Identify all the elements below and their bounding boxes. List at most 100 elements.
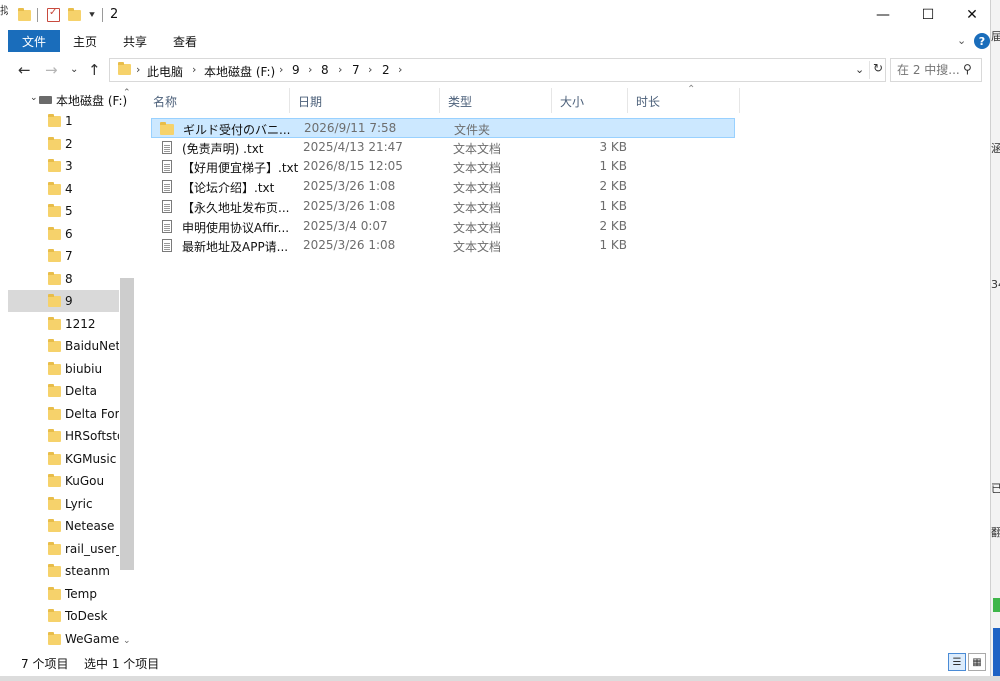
file-row[interactable]: 【好用便宜梯子】.txt 2026/8/15 12:05 文本文档 1 KB (151, 157, 735, 177)
forward-arrow-icon[interactable]: → (45, 61, 58, 79)
file-name: ギルド受付のバニ... (183, 123, 291, 137)
scroll-down-icon[interactable]: ⌄ (123, 636, 131, 646)
help-icon[interactable]: ? (974, 33, 990, 49)
column-header-name[interactable]: 名称 (145, 88, 290, 113)
sidebar-item-folder[interactable]: Netease (8, 515, 119, 537)
breadcrumb-separator-icon[interactable]: › (338, 63, 342, 76)
explorer-window: ⯆ 2 — ☐ ✕ 文件 主页 共享 查看 ⌄ ? ← → ⌄ ↑ › 此电脑 … (8, 0, 991, 676)
file-row[interactable]: ギルド受付のバニ... 2026/9/11 7:58 文件夹 (151, 118, 735, 138)
sidebar-item-folder[interactable]: Delta (8, 380, 119, 402)
sidebar-item-folder[interactable]: KuGou (8, 470, 119, 492)
large-icons-view-icon[interactable]: ▦ (968, 653, 986, 671)
sidebar-item-folder[interactable]: steanm (8, 560, 119, 582)
file-type: 文本文档 (453, 240, 502, 255)
sidebar-item-folder[interactable]: 3 (8, 155, 119, 177)
sidebar-item-folder[interactable]: 5 (8, 200, 119, 222)
breadcrumb-separator-icon[interactable]: › (368, 63, 372, 76)
column-header-duration[interactable]: 时长 (628, 88, 740, 113)
folder-icon (48, 316, 61, 330)
file-size: 2 KB (599, 218, 627, 233)
properties-icon[interactable] (47, 7, 60, 23)
sidebar-item-folder[interactable]: ToDesk (8, 605, 119, 627)
sidebar-item-label: 4 (65, 181, 73, 196)
file-type: 文本文档 (453, 200, 502, 215)
close-button[interactable]: ✕ (949, 0, 995, 30)
folder-icon (48, 114, 61, 127)
selected-count: 选中 1 个项目 (84, 657, 160, 671)
sidebar-item-folder[interactable]: WeGameApps (8, 628, 119, 650)
scroll-thumb[interactable] (120, 278, 134, 570)
folder-icon (48, 451, 61, 465)
file-row[interactable]: 【论坛介绍】.txt 2025/3/26 1:08 文本文档 2 KB (151, 177, 735, 197)
tab-share[interactable]: 共享 (123, 33, 147, 50)
recent-locations-chevron-icon[interactable]: ⌄ (70, 64, 78, 75)
desktop-right-glyph: 涵 (991, 142, 1000, 155)
address-row: ← → ⌄ ↑ › 此电脑 › 本地磁盘 (F:) › 9 › 8 › 7 › … (8, 56, 991, 84)
address-dropdown-icon[interactable]: ⌄ (855, 63, 864, 76)
tab-view[interactable]: 查看 (173, 33, 197, 50)
up-arrow-icon[interactable]: ↑ (88, 61, 101, 79)
sidebar-item-folder[interactable]: Delta Force (8, 403, 119, 425)
search-box[interactable]: ⚲ (890, 58, 982, 82)
back-arrow-icon[interactable]: ← (18, 61, 31, 79)
minimize-button[interactable]: — (860, 0, 906, 30)
maximize-button[interactable]: ☐ (905, 0, 951, 30)
sidebar-item-folder[interactable]: BaiduNetdisk (8, 335, 119, 357)
sidebar-item-label: steanm (65, 564, 110, 578)
file-list: 名称 日期 类型 大小 时长 ⌃ ギルド受付のバニ... 2026/9/11 7:… (145, 84, 991, 651)
breadcrumb-separator-icon[interactable]: › (279, 63, 283, 76)
address-bar[interactable]: › 此电脑 › 本地磁盘 (F:) › 9 › 8 › 7 › 2 › ⌄ ↻ (109, 58, 886, 82)
new-folder-icon[interactable] (68, 7, 81, 23)
column-date-label: 日期 (298, 95, 323, 109)
breadcrumb-this-pc[interactable]: 此电脑 (147, 63, 183, 80)
sidebar-item-folder[interactable]: biubiu (8, 358, 119, 380)
tab-home[interactable]: 主页 (73, 33, 97, 50)
nav-item-drive[interactable]: ⌄ 本地磁盘 (F:) (8, 88, 127, 110)
file-row[interactable]: (免责声明) .txt 2025/4/13 21:47 文本文档 3 KB (151, 138, 735, 158)
sidebar-item-folder[interactable]: 8 (8, 268, 119, 290)
breadcrumb-drive[interactable]: 本地磁盘 (F:) (204, 63, 275, 80)
file-row[interactable]: 申明使用协议Affir... 2025/3/4 0:07 文本文档 2 KB (151, 217, 735, 237)
file-row[interactable]: 【永久地址发布页... 2025/3/26 1:08 文本文档 1 KB (151, 197, 735, 217)
sidebar-item-folder[interactable]: Temp (8, 583, 119, 605)
file-size: 2 KB (599, 179, 627, 194)
sidebar-item-label: 6 (65, 226, 73, 241)
sidebar-item-folder[interactable]: HRSoftstore (8, 425, 119, 447)
sidebar-item-folder[interactable]: 2 (8, 133, 119, 155)
details-view-icon[interactable]: ☰ (948, 653, 966, 671)
file-date: 2025/3/4 0:07 (303, 218, 388, 233)
sidebar-item-folder[interactable]: 4 (8, 178, 119, 200)
sidebar-item-folder[interactable]: 6 (8, 223, 119, 245)
sidebar-item-folder[interactable]: 9 (8, 290, 119, 312)
sidebar-item-folder[interactable]: KGMusic (8, 448, 119, 470)
sidebar-item-folder[interactable]: Lyric (8, 493, 119, 515)
sidebar-item-folder[interactable]: 1212 (8, 313, 119, 335)
column-header-date[interactable]: 日期 (290, 88, 440, 113)
column-header-type[interactable]: 类型 (440, 88, 552, 113)
breadcrumb-separator-icon[interactable]: › (136, 63, 140, 76)
breadcrumb-9[interactable]: 9 (292, 63, 300, 77)
refresh-icon[interactable]: ↻ (869, 61, 886, 79)
scroll-up-icon[interactable]: ⌃ (123, 88, 131, 98)
breadcrumb-2[interactable]: 2 (382, 63, 390, 77)
breadcrumb-separator-icon[interactable]: › (308, 63, 312, 76)
chevron-down-icon[interactable]: ⌄ (30, 93, 38, 103)
breadcrumb-7[interactable]: 7 (352, 63, 360, 77)
sidebar-item-label: 5 (65, 204, 73, 218)
breadcrumb-separator-icon[interactable]: › (398, 63, 402, 76)
sidebar-item-folder[interactable]: 7 (8, 245, 119, 267)
sidebar-item-folder[interactable]: rail_user_data (8, 538, 119, 560)
column-header-size[interactable]: 大小 (552, 88, 628, 113)
nav-scrollbar[interactable]: ⌃ ⌄ (120, 88, 135, 651)
breadcrumb-separator-icon[interactable]: › (192, 63, 196, 76)
ribbon-tabs: 文件 主页 共享 查看 ⌄ ? (8, 30, 991, 52)
folder-icon (48, 271, 61, 285)
chevron-down-icon[interactable]: ⌄ (957, 34, 966, 47)
file-row[interactable]: 最新地址及APP请... 2025/3/26 1:08 文本文档 1 KB (151, 236, 735, 256)
customize-toolbar-icon[interactable]: ⯆ (88, 7, 96, 23)
breadcrumb-8[interactable]: 8 (321, 63, 329, 77)
sidebar-item-folder[interactable]: 1 (8, 110, 119, 132)
search-icon[interactable]: ⚲ (963, 62, 972, 76)
tab-file[interactable]: 文件 (8, 30, 60, 52)
search-input[interactable] (897, 63, 961, 77)
